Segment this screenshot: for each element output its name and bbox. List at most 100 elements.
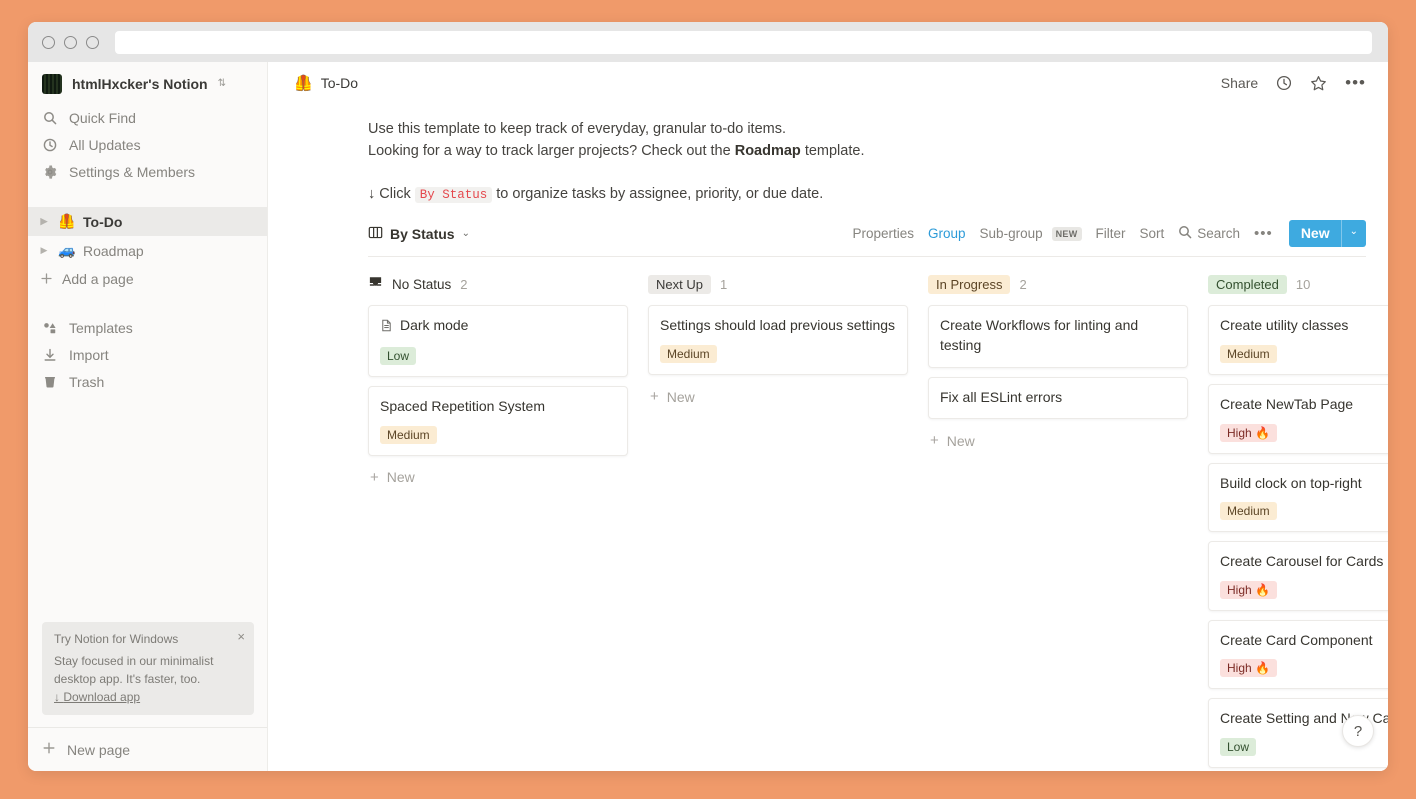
priority-tag: Medium <box>1220 345 1277 363</box>
chevron-right-icon[interactable]: ▶ <box>38 245 50 256</box>
roadmap-link[interactable]: Roadmap <box>735 143 801 159</box>
card[interactable]: Spaced Repetition System Medium <box>368 386 628 456</box>
view-tab-by-status[interactable]: By Status ⌄ <box>368 225 470 243</box>
add-card-label: New <box>666 388 695 405</box>
filter-button[interactable]: Filter <box>1096 226 1126 241</box>
sidebar-item-label: Roadmap <box>83 242 144 259</box>
new-record-button[interactable]: New ⌄ <box>1288 220 1366 248</box>
plus-icon: + <box>930 432 939 450</box>
priority-tag: Low <box>1220 737 1257 756</box>
chevron-updown-icon: ⇅ <box>217 78 226 89</box>
promo-card: × Try Notion for Windows Stay focused in… <box>42 622 254 715</box>
sidebar-item-trash[interactable]: Trash <box>28 368 267 395</box>
sidebar-item-all-updates[interactable]: All Updates <box>28 131 267 158</box>
card-title-row: Dark mode <box>380 316 616 338</box>
card[interactable]: Create Workflows for linting and testing <box>928 305 1188 368</box>
desc-line-3-post: to organize tasks by assignee, priority,… <box>492 185 824 202</box>
notion-app: htmlHxcker's Notion ⇅ Quick Find All Upd <box>28 62 1388 771</box>
add-card-button[interactable]: + New <box>928 428 1188 453</box>
page-emoji: 🦺 <box>294 75 313 92</box>
plus-icon: + <box>370 468 379 486</box>
sidebar-divider-space-2 <box>28 292 267 314</box>
sidebar-item-roadmap[interactable]: ▶ 🚙 Roadmap <box>28 236 267 265</box>
sidebar-item-templates[interactable]: Templates <box>28 314 267 341</box>
card[interactable]: Dark mode Low <box>368 305 628 377</box>
plus-icon: + <box>650 388 659 405</box>
templates-icon <box>42 321 58 335</box>
add-card-button[interactable]: + New <box>368 465 628 490</box>
desc-line-3-pre: ↓ Click <box>368 185 415 202</box>
column-title: In Progress <box>928 274 1011 294</box>
priority-tag: Medium <box>660 345 717 363</box>
board-column-no-status: No Status 2 Dark mode Low Spaced Repetit… <box>368 271 648 771</box>
card-title: Spaced Repetition System <box>380 398 545 414</box>
board-column-completed: Completed 10 Create utility classes Medi… <box>1208 271 1388 771</box>
column-header[interactable]: No Status 2 <box>368 271 628 297</box>
page-title: To-Do <box>320 75 359 91</box>
add-card-button[interactable]: + New <box>648 384 908 409</box>
card-title: Dark mode <box>400 317 469 334</box>
share-button[interactable]: Share <box>1221 75 1258 91</box>
close-button[interactable] <box>42 35 55 49</box>
sub-group-button[interactable]: Sub-group NEW <box>980 226 1082 241</box>
card[interactable]: Settings should load previous settings M… <box>648 305 908 375</box>
sidebar-add-page-label: Add a page <box>62 270 134 287</box>
card[interactable]: Create Carousel for Cards High 🔥 <box>1208 541 1388 611</box>
card[interactable]: Create utility classes Medium <box>1208 305 1388 375</box>
card-title: Fix all ESLint errors <box>940 388 1063 405</box>
more-icon[interactable]: ••• <box>1345 74 1366 91</box>
column-header[interactable]: In Progress 2 <box>928 271 1188 297</box>
workspace-switcher[interactable]: htmlHxcker's Notion ⇅ <box>28 62 267 104</box>
column-title: No Status <box>392 276 452 292</box>
column-header[interactable]: Completed 10 <box>1208 271 1388 297</box>
sidebar-item-settings-members[interactable]: Settings & Members <box>28 158 267 185</box>
new-page-button[interactable]: New page <box>28 727 267 771</box>
plus-icon <box>38 272 54 285</box>
url-input[interactable] <box>115 30 1372 54</box>
desc-line-1: Use this template to keep track of every… <box>368 121 787 137</box>
desc-line-2: Looking for a way to track larger projec… <box>368 140 1388 162</box>
column-count: 2 <box>1019 276 1027 292</box>
group-button[interactable]: Group <box>928 226 966 241</box>
card-title-row: Create utility classes <box>1220 316 1388 336</box>
trash-icon <box>42 375 58 389</box>
sidebar-item-quick-find[interactable]: Quick Find <box>28 104 267 131</box>
sidebar-item-label: To-Do <box>83 213 123 230</box>
card-title-row: Settings should load previous settings <box>660 316 896 336</box>
sidebar-add-a-page[interactable]: Add a page <box>28 265 267 292</box>
workspace-avatar <box>42 74 62 94</box>
properties-button[interactable]: Properties <box>852 226 914 241</box>
card[interactable]: Build clock on top-right Medium <box>1208 462 1388 533</box>
card-title: Create utility classes <box>1220 317 1349 334</box>
view-more-icon[interactable]: ••• <box>1254 225 1273 242</box>
sidebar-item-import[interactable]: Import <box>28 341 267 368</box>
view-tools: Properties Group Sub-group NEW Filter Sor… <box>852 220 1366 248</box>
card-title: Settings should load previous settings <box>660 317 896 334</box>
add-card-label: New <box>386 469 415 486</box>
star-icon[interactable] <box>1310 75 1327 92</box>
sidebar-divider-space <box>28 185 267 207</box>
chevron-right-icon[interactable]: ▶ <box>38 216 50 227</box>
promo-download-link[interactable]: ↓ Download app <box>54 690 242 704</box>
clock-icon[interactable] <box>1276 75 1292 91</box>
workspace-name: htmlHxcker's Notion <box>72 76 208 92</box>
column-header[interactable]: Next Up 1 <box>648 271 908 297</box>
chevron-down-icon[interactable]: ⌄ <box>1340 220 1366 248</box>
sidebar-item-to-do[interactable]: ▶ 🦺 To-Do <box>28 207 267 236</box>
breadcrumb[interactable]: 🦺 To-Do <box>294 74 358 92</box>
promo-close-icon[interactable]: × <box>237 630 245 643</box>
maximize-button[interactable] <box>86 35 99 49</box>
card[interactable]: Fix all ESLint errors <box>928 376 1188 420</box>
card-title-row: Create NewTab Page <box>1220 395 1388 415</box>
promo-link-label: Download app <box>63 690 141 704</box>
help-button[interactable]: ? <box>1342 715 1374 747</box>
sidebar-item-label: Templates <box>69 319 133 336</box>
minimize-button[interactable] <box>64 35 77 49</box>
main-content: 🦺 To-Do Share ••• Use this template to k… <box>268 62 1388 771</box>
card[interactable]: Create Card Component High 🔥 <box>1208 619 1388 690</box>
view-name: By Status <box>390 225 455 242</box>
new-record-label: New <box>1300 225 1330 242</box>
search-button[interactable]: Search <box>1178 225 1240 242</box>
card[interactable]: Create NewTab Page High 🔥 <box>1208 384 1388 454</box>
sort-button[interactable]: Sort <box>1140 226 1165 241</box>
